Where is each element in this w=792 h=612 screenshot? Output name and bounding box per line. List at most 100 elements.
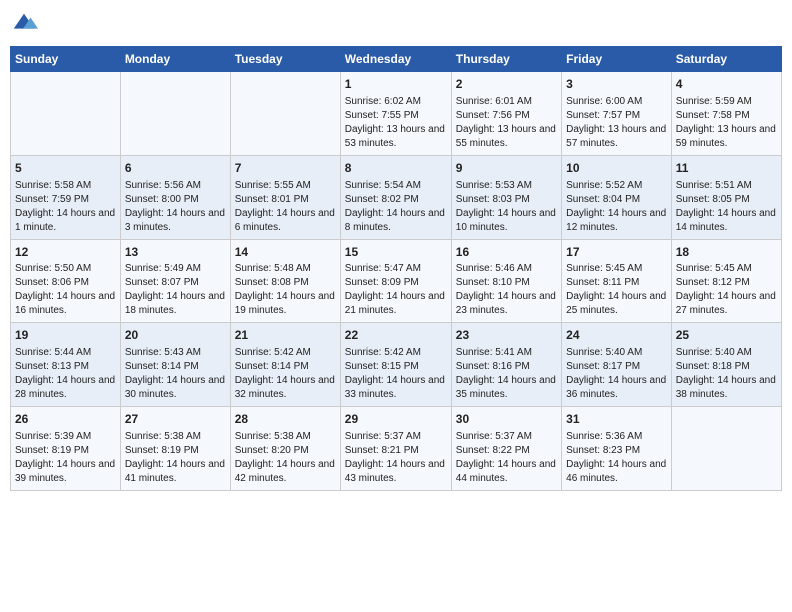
calendar-cell: 28Sunrise: 5:38 AM Sunset: 8:20 PM Dayli… [230,407,340,491]
calendar-cell: 19Sunrise: 5:44 AM Sunset: 8:13 PM Dayli… [11,323,121,407]
calendar-week-4: 19Sunrise: 5:44 AM Sunset: 8:13 PM Dayli… [11,323,782,407]
day-info: Sunrise: 5:59 AM Sunset: 7:58 PM Dayligh… [676,95,777,151]
calendar-cell: 5Sunrise: 5:58 AM Sunset: 7:59 PM Daylig… [11,155,121,239]
day-info: Sunrise: 5:47 AM Sunset: 8:09 PM Dayligh… [345,262,447,318]
day-info: Sunrise: 5:53 AM Sunset: 8:03 PM Dayligh… [456,179,557,235]
calendar-cell: 13Sunrise: 5:49 AM Sunset: 8:07 PM Dayli… [120,239,230,323]
calendar-body: 1 Sunrise: 6:02 AM Sunset: 7:55 PM Daylig… [11,72,782,491]
day-info: Sunrise: 5:43 AM Sunset: 8:14 PM Dayligh… [125,346,226,402]
calendar-cell: 22 Sunrise: 5:42 AM Sunset: 8:15 PM Dayli… [340,323,451,407]
calendar-cell: 10Sunrise: 5:52 AM Sunset: 8:04 PM Dayli… [562,155,672,239]
day-info: Sunrise: 5:50 AM Sunset: 8:06 PM Dayligh… [15,262,116,318]
calendar-week-1: 1 Sunrise: 6:02 AM Sunset: 7:55 PM Daylig… [11,72,782,156]
calendar-cell: 2 Sunrise: 6:01 AM Sunset: 7:56 PM Daylig… [451,72,561,156]
day-info: Sunrise: 5:41 AM Sunset: 8:16 PM Dayligh… [456,346,557,402]
logo-icon [10,10,38,38]
day-info: Sunrise: 6:02 AM Sunset: 7:55 PM Dayligh… [345,95,447,151]
day-info: Sunrise: 5:39 AM Sunset: 8:19 PM Dayligh… [15,430,116,486]
day-number: 30 [456,411,557,428]
calendar-cell [11,72,121,156]
day-info: Sunrise: 6:01 AM Sunset: 7:56 PM Dayligh… [456,95,557,151]
day-info: Sunrise: 5:54 AM Sunset: 8:02 PM Dayligh… [345,179,447,235]
calendar-cell: 16Sunrise: 5:46 AM Sunset: 8:10 PM Dayli… [451,239,561,323]
calendar-cell: 25 Sunrise: 5:40 AM Sunset: 8:18 PM Dayli… [671,323,781,407]
day-number: 3 [566,76,667,93]
logo [10,10,40,38]
calendar-cell: 7Sunrise: 5:55 AM Sunset: 8:01 PM Daylig… [230,155,340,239]
day-info: Sunrise: 5:49 AM Sunset: 8:07 PM Dayligh… [125,262,226,318]
calendar-cell: 8 Sunrise: 5:54 AM Sunset: 8:02 PM Daylig… [340,155,451,239]
calendar-cell: 9 Sunrise: 5:53 AM Sunset: 8:03 PM Daylig… [451,155,561,239]
calendar-cell: 11Sunrise: 5:51 AM Sunset: 8:05 PM Dayli… [671,155,781,239]
day-info: Sunrise: 5:38 AM Sunset: 8:19 PM Dayligh… [125,430,226,486]
day-number: 26 [15,411,116,428]
day-number: 18 [676,244,777,261]
day-number: 14 [235,244,336,261]
calendar-cell [671,407,781,491]
day-info: Sunrise: 5:46 AM Sunset: 8:10 PM Dayligh… [456,262,557,318]
calendar-cell: 17Sunrise: 5:45 AM Sunset: 8:11 PM Dayli… [562,239,672,323]
day-info: Sunrise: 5:40 AM Sunset: 8:18 PM Dayligh… [676,346,777,402]
day-number: 4 [676,76,777,93]
day-header-monday: Monday [120,47,230,72]
day-header-thursday: Thursday [451,47,561,72]
calendar-cell: 18Sunrise: 5:45 AM Sunset: 8:12 PM Dayli… [671,239,781,323]
day-info: Sunrise: 5:56 AM Sunset: 8:00 PM Dayligh… [125,179,226,235]
day-info: Sunrise: 5:37 AM Sunset: 8:21 PM Dayligh… [345,430,447,486]
day-number: 2 [456,76,557,93]
day-number: 16 [456,244,557,261]
day-header-friday: Friday [562,47,672,72]
calendar-cell [230,72,340,156]
calendar-week-2: 5Sunrise: 5:58 AM Sunset: 7:59 PM Daylig… [11,155,782,239]
day-info: Sunrise: 5:45 AM Sunset: 8:11 PM Dayligh… [566,262,667,318]
day-info: Sunrise: 5:44 AM Sunset: 8:13 PM Dayligh… [15,346,116,402]
calendar-cell: 23 Sunrise: 5:41 AM Sunset: 8:16 PM Dayli… [451,323,561,407]
calendar-cell: 15Sunrise: 5:47 AM Sunset: 8:09 PM Dayli… [340,239,451,323]
day-number: 11 [676,160,777,177]
calendar-cell: 3Sunrise: 6:00 AM Sunset: 7:57 PM Daylig… [562,72,672,156]
day-number: 22 [345,327,447,344]
day-info: Sunrise: 5:55 AM Sunset: 8:01 PM Dayligh… [235,179,336,235]
day-number: 24 [566,327,667,344]
day-number: 1 [345,76,447,93]
day-number: 20 [125,327,226,344]
day-info: Sunrise: 5:52 AM Sunset: 8:04 PM Dayligh… [566,179,667,235]
day-number: 9 [456,160,557,177]
day-info: Sunrise: 5:36 AM Sunset: 8:23 PM Dayligh… [566,430,667,486]
calendar-week-3: 12Sunrise: 5:50 AM Sunset: 8:06 PM Dayli… [11,239,782,323]
header-row: SundayMondayTuesdayWednesdayThursdayFrid… [11,47,782,72]
day-header-sunday: Sunday [11,47,121,72]
calendar-table: SundayMondayTuesdayWednesdayThursdayFrid… [10,46,782,491]
day-number: 28 [235,411,336,428]
calendar-cell: 6Sunrise: 5:56 AM Sunset: 8:00 PM Daylig… [120,155,230,239]
day-number: 8 [345,160,447,177]
calendar-cell: 21Sunrise: 5:42 AM Sunset: 8:14 PM Dayli… [230,323,340,407]
calendar-cell: 12Sunrise: 5:50 AM Sunset: 8:06 PM Dayli… [11,239,121,323]
calendar-cell: 30 Sunrise: 5:37 AM Sunset: 8:22 PM Dayli… [451,407,561,491]
calendar-cell: 24 Sunrise: 5:40 AM Sunset: 8:17 PM Dayli… [562,323,672,407]
calendar-week-5: 26 Sunrise: 5:39 AM Sunset: 8:19 PM Dayli… [11,407,782,491]
calendar-cell [120,72,230,156]
day-number: 13 [125,244,226,261]
day-number: 17 [566,244,667,261]
day-header-wednesday: Wednesday [340,47,451,72]
calendar-cell: 27Sunrise: 5:38 AM Sunset: 8:19 PM Dayli… [120,407,230,491]
day-info: Sunrise: 5:37 AM Sunset: 8:22 PM Dayligh… [456,430,557,486]
calendar-cell: 14Sunrise: 5:48 AM Sunset: 8:08 PM Dayli… [230,239,340,323]
day-number: 25 [676,327,777,344]
day-number: 29 [345,411,447,428]
day-number: 31 [566,411,667,428]
page-header [10,10,782,38]
day-number: 15 [345,244,447,261]
calendar-cell: 4 Sunrise: 5:59 AM Sunset: 7:58 PM Daylig… [671,72,781,156]
calendar-cell: 26 Sunrise: 5:39 AM Sunset: 8:19 PM Dayli… [11,407,121,491]
calendar-cell: 20 Sunrise: 5:43 AM Sunset: 8:14 PM Dayli… [120,323,230,407]
day-header-tuesday: Tuesday [230,47,340,72]
day-info: Sunrise: 5:42 AM Sunset: 8:14 PM Dayligh… [235,346,336,402]
day-info: Sunrise: 5:42 AM Sunset: 8:15 PM Dayligh… [345,346,447,402]
day-number: 23 [456,327,557,344]
calendar-cell: 1 Sunrise: 6:02 AM Sunset: 7:55 PM Daylig… [340,72,451,156]
calendar-header: SundayMondayTuesdayWednesdayThursdayFrid… [11,47,782,72]
day-number: 5 [15,160,116,177]
day-info: Sunrise: 5:40 AM Sunset: 8:17 PM Dayligh… [566,346,667,402]
